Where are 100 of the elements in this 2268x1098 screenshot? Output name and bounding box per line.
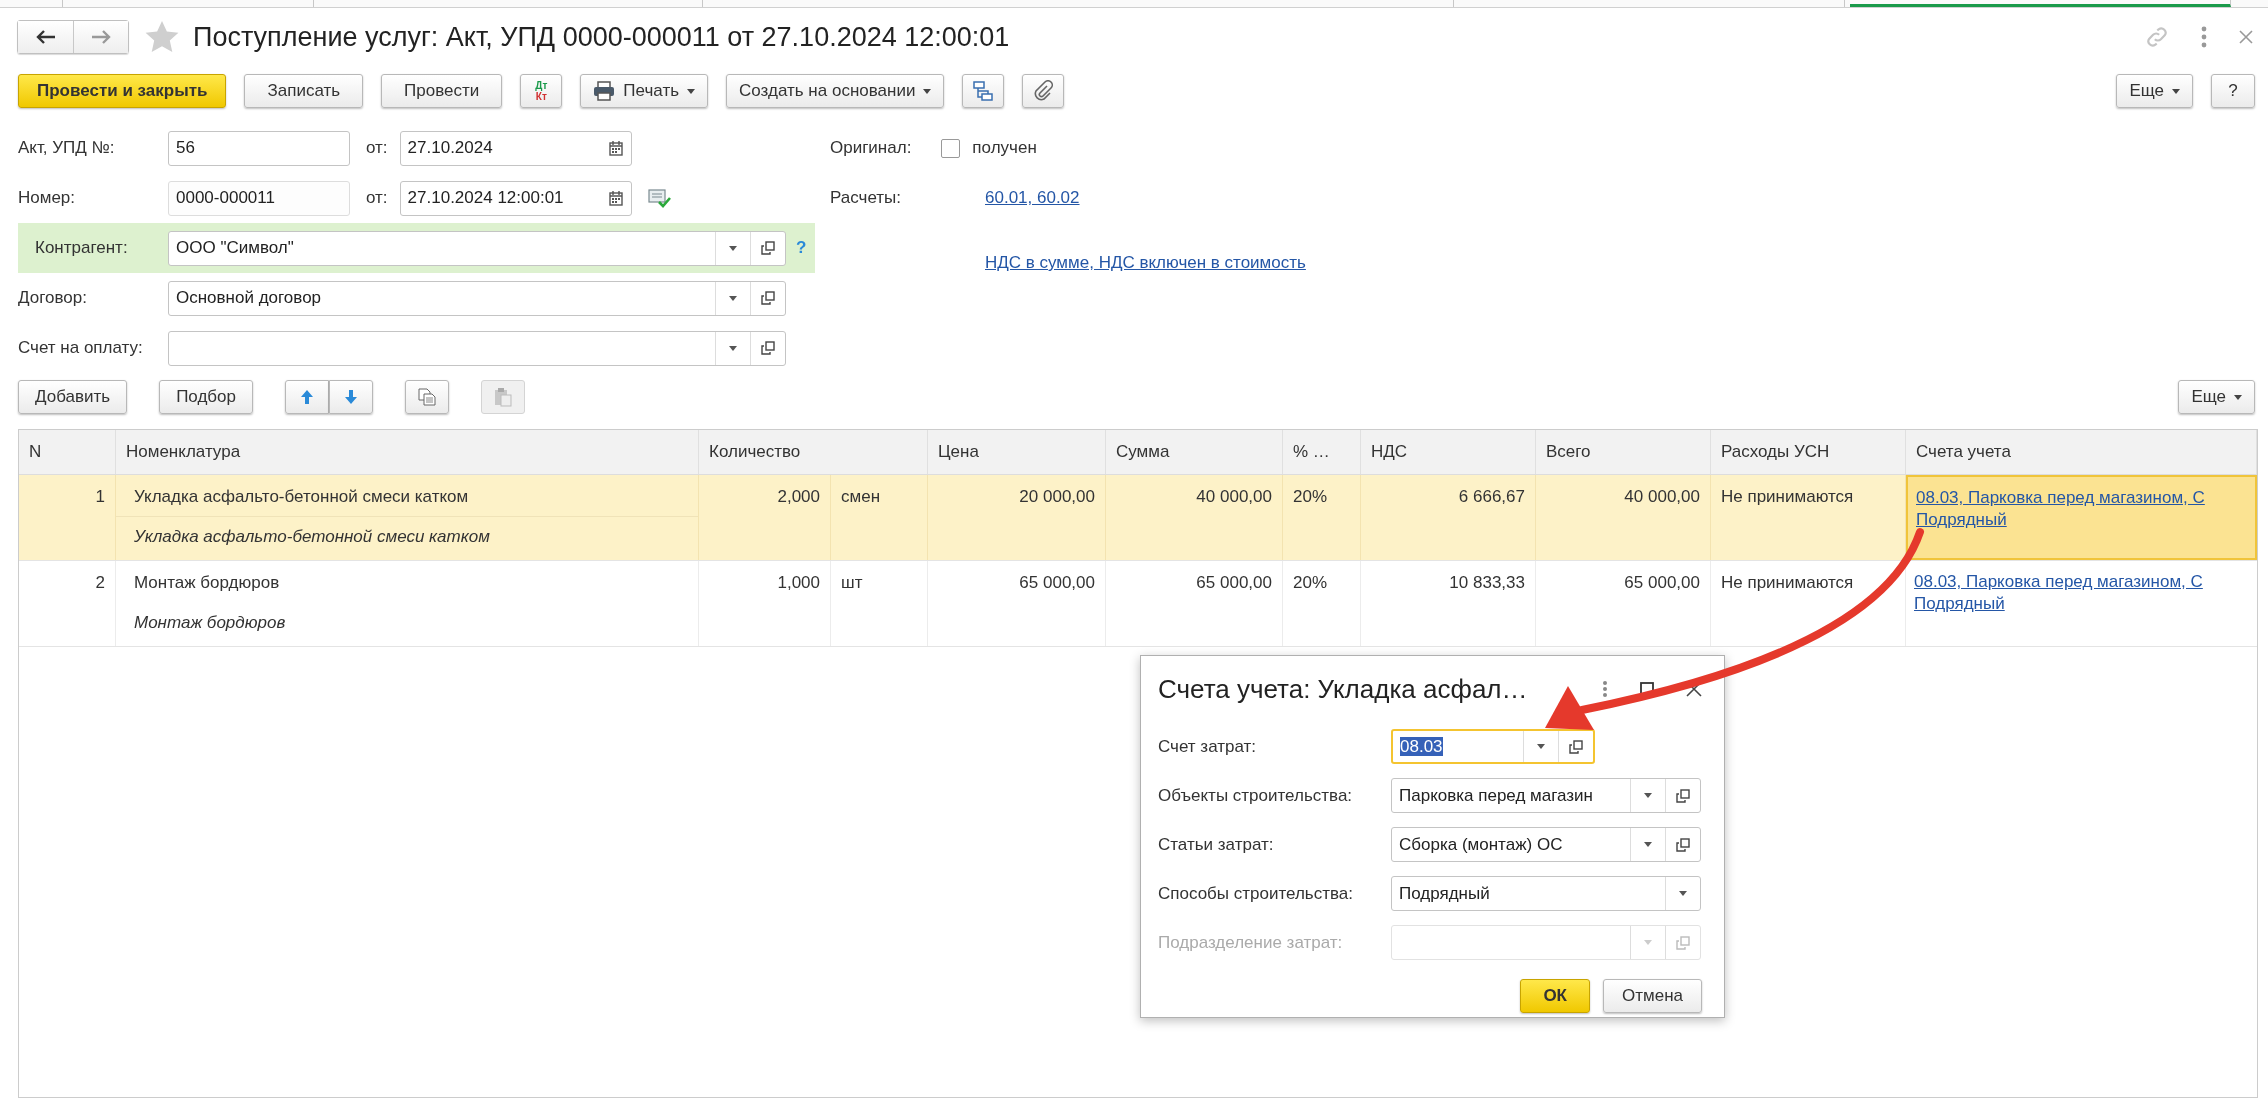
document-check-icon[interactable]: [647, 188, 672, 208]
copy-button[interactable]: [405, 380, 449, 414]
invoice-field[interactable]: [168, 330, 786, 366]
toolbar-button[interactable]: Записать: [244, 74, 364, 108]
accounts-link[interactable]: 08.03, Парковка перед магазином, С: [1916, 487, 2247, 509]
caret-icon: [1644, 940, 1652, 945]
caret-icon: [729, 345, 737, 351]
checkbox[interactable]: [941, 138, 961, 158]
table-cell: 20%: [1283, 475, 1361, 560]
table-cell: 6 666,67: [1361, 475, 1536, 560]
table-cell: 2,000: [699, 475, 831, 560]
table-row[interactable]: 1 Укладка асфальто-бетонной смеси катком Укладка асфальто-бетонной смеси катком 2,000 смен 20 000,00 40 000,00 20% 6 666,67 40 000,00 Не принимаются 08.03, Парковка перед магазином, С Подрядный: [19, 475, 2257, 561]
field-label: от:: [366, 188, 388, 208]
clipboard-icon: [493, 387, 513, 407]
accounts-link[interactable]: 08.03, Парковка перед магазином, С: [1914, 571, 2249, 593]
table-cell-text: Укладка асфальто-бетонной смеси катком: [133, 526, 491, 547]
caret-icon: [923, 88, 932, 94]
input-field[interactable]: Сборка (монтаж) ОС: [1391, 827, 1701, 862]
table-cell: смен: [831, 475, 928, 560]
link-icon[interactable]: [2144, 24, 2170, 50]
field-label: Расчеты:: [830, 188, 902, 208]
post-and-close-button[interactable]: Провести и закрыть: [18, 74, 227, 108]
move-up-button[interactable]: [285, 380, 329, 414]
accounts-link[interactable]: Подрядный: [1914, 593, 2249, 615]
caret-icon: [1679, 891, 1687, 896]
calendar-icon[interactable]: [608, 190, 623, 206]
create-based-on-button[interactable]: Создать на основании: [726, 74, 945, 108]
input-field[interactable]: 08.03: [1391, 729, 1595, 764]
paperclip-icon: [1033, 80, 1054, 102]
ok-button[interactable]: ОК: [1520, 979, 1590, 1013]
table-cell: 10 833,33: [1361, 561, 1536, 646]
field-label: Статьи затрат:: [1158, 834, 1275, 855]
table-cell: 40 000,00: [1106, 475, 1283, 560]
column-header[interactable]: Цена: [928, 430, 1106, 474]
maximize-icon[interactable]: [1640, 682, 1654, 696]
caret-icon: [1644, 842, 1652, 847]
column-header[interactable]: Номенклатура: [116, 430, 699, 474]
column-header[interactable]: Всего: [1536, 430, 1711, 474]
column-header[interactable]: N: [19, 430, 116, 474]
checkbox-label: получен: [972, 138, 1037, 158]
window-icon: [1676, 788, 1690, 803]
column-header[interactable]: Счета учета: [1906, 430, 2257, 474]
input-field[interactable]: Парковка перед магазин: [1391, 778, 1701, 813]
field-label: Контрагент:: [34, 238, 129, 258]
act-number-field[interactable]: 56: [168, 130, 350, 166]
cancel-button[interactable]: Отмена: [1603, 979, 1702, 1013]
dialog-title: Счета учета: Укладка асфал…: [1158, 673, 1528, 705]
vat-link[interactable]: НДС в сумме, НДС включен в стоимость: [985, 253, 1306, 273]
input-field[interactable]: Подрядный: [1391, 876, 1701, 911]
field-label: Счет на оплату:: [18, 338, 144, 358]
table-cell: 2: [19, 561, 116, 646]
settlements-link[interactable]: 60.01, 60.02: [985, 188, 1080, 208]
date-field[interactable]: 27.10.2024: [399, 130, 632, 166]
toolbar-button[interactable]: Провести: [381, 74, 503, 108]
dt-kt-button[interactable]: Дт Кт: [520, 74, 563, 108]
table-cell: 1,000: [699, 561, 831, 646]
right-arrow-icon: [91, 30, 111, 44]
more-icon[interactable]: [2200, 25, 2208, 49]
table-button[interactable]: Подбор: [159, 380, 253, 414]
caret-icon: [729, 245, 737, 251]
column-header[interactable]: Количество: [699, 430, 928, 474]
counterparty-field[interactable]: ООО "Символ": [168, 230, 786, 266]
star-icon[interactable]: [145, 21, 179, 53]
table-cell: 1: [19, 475, 116, 560]
table-button[interactable]: Добавить: [18, 380, 128, 414]
column-header[interactable]: % …: [1283, 430, 1361, 474]
date-field[interactable]: 27.10.2024 12:00:01: [399, 180, 632, 216]
attach-button[interactable]: [1022, 74, 1065, 108]
field-label: Способы строительства:: [1158, 883, 1355, 904]
column-header[interactable]: Сумма: [1106, 430, 1283, 474]
caret-icon: [1644, 793, 1652, 798]
move-down-button[interactable]: [329, 380, 373, 414]
calendar-icon[interactable]: [608, 140, 623, 156]
contract-field[interactable]: Основной договор: [168, 280, 786, 316]
more-button[interactable]: Еще: [2116, 74, 2193, 108]
caret-icon: [729, 295, 737, 301]
column-header[interactable]: Расходы УСН: [1711, 430, 1906, 474]
window-icon: [761, 241, 775, 255]
field-label: Оригинал:: [830, 138, 912, 158]
table-row[interactable]: 2 Монтаж бордюров Монтаж бордюров 1,000 шт 65 000,00 65 000,00 20% 10 833,33 65 000,00 Не принимаются 08.03, Парковка перед магазином, С Подрядный: [19, 561, 2257, 647]
up-arrow-icon: [300, 389, 314, 405]
more-icon[interactable]: [1602, 680, 1608, 698]
help-button[interactable]: ?: [2211, 74, 2255, 108]
accounts-link[interactable]: Подрядный: [1916, 509, 2247, 531]
number-field[interactable]: 0000-000011: [168, 180, 350, 216]
table-cell: Не принимаются: [1711, 561, 1906, 646]
left-arrow-icon: [35, 30, 56, 44]
printer-icon: [593, 81, 616, 101]
caret-icon: [687, 88, 696, 94]
back-button[interactable]: [18, 21, 73, 53]
table-cell: Укладка асфальто-бетонной смеси катком: [116, 475, 698, 517]
print-button[interactable]: Печать: [580, 74, 709, 108]
down-arrow-icon: [344, 389, 358, 405]
caret-icon: [2234, 394, 2242, 400]
column-header[interactable]: НДС: [1361, 430, 1536, 474]
table-cell: 65 000,00: [1536, 561, 1711, 646]
caret-icon: [2172, 88, 2180, 94]
structure-button[interactable]: [962, 74, 1005, 108]
window-icon: [761, 341, 775, 355]
more-button[interactable]: Еще: [2178, 380, 2255, 414]
